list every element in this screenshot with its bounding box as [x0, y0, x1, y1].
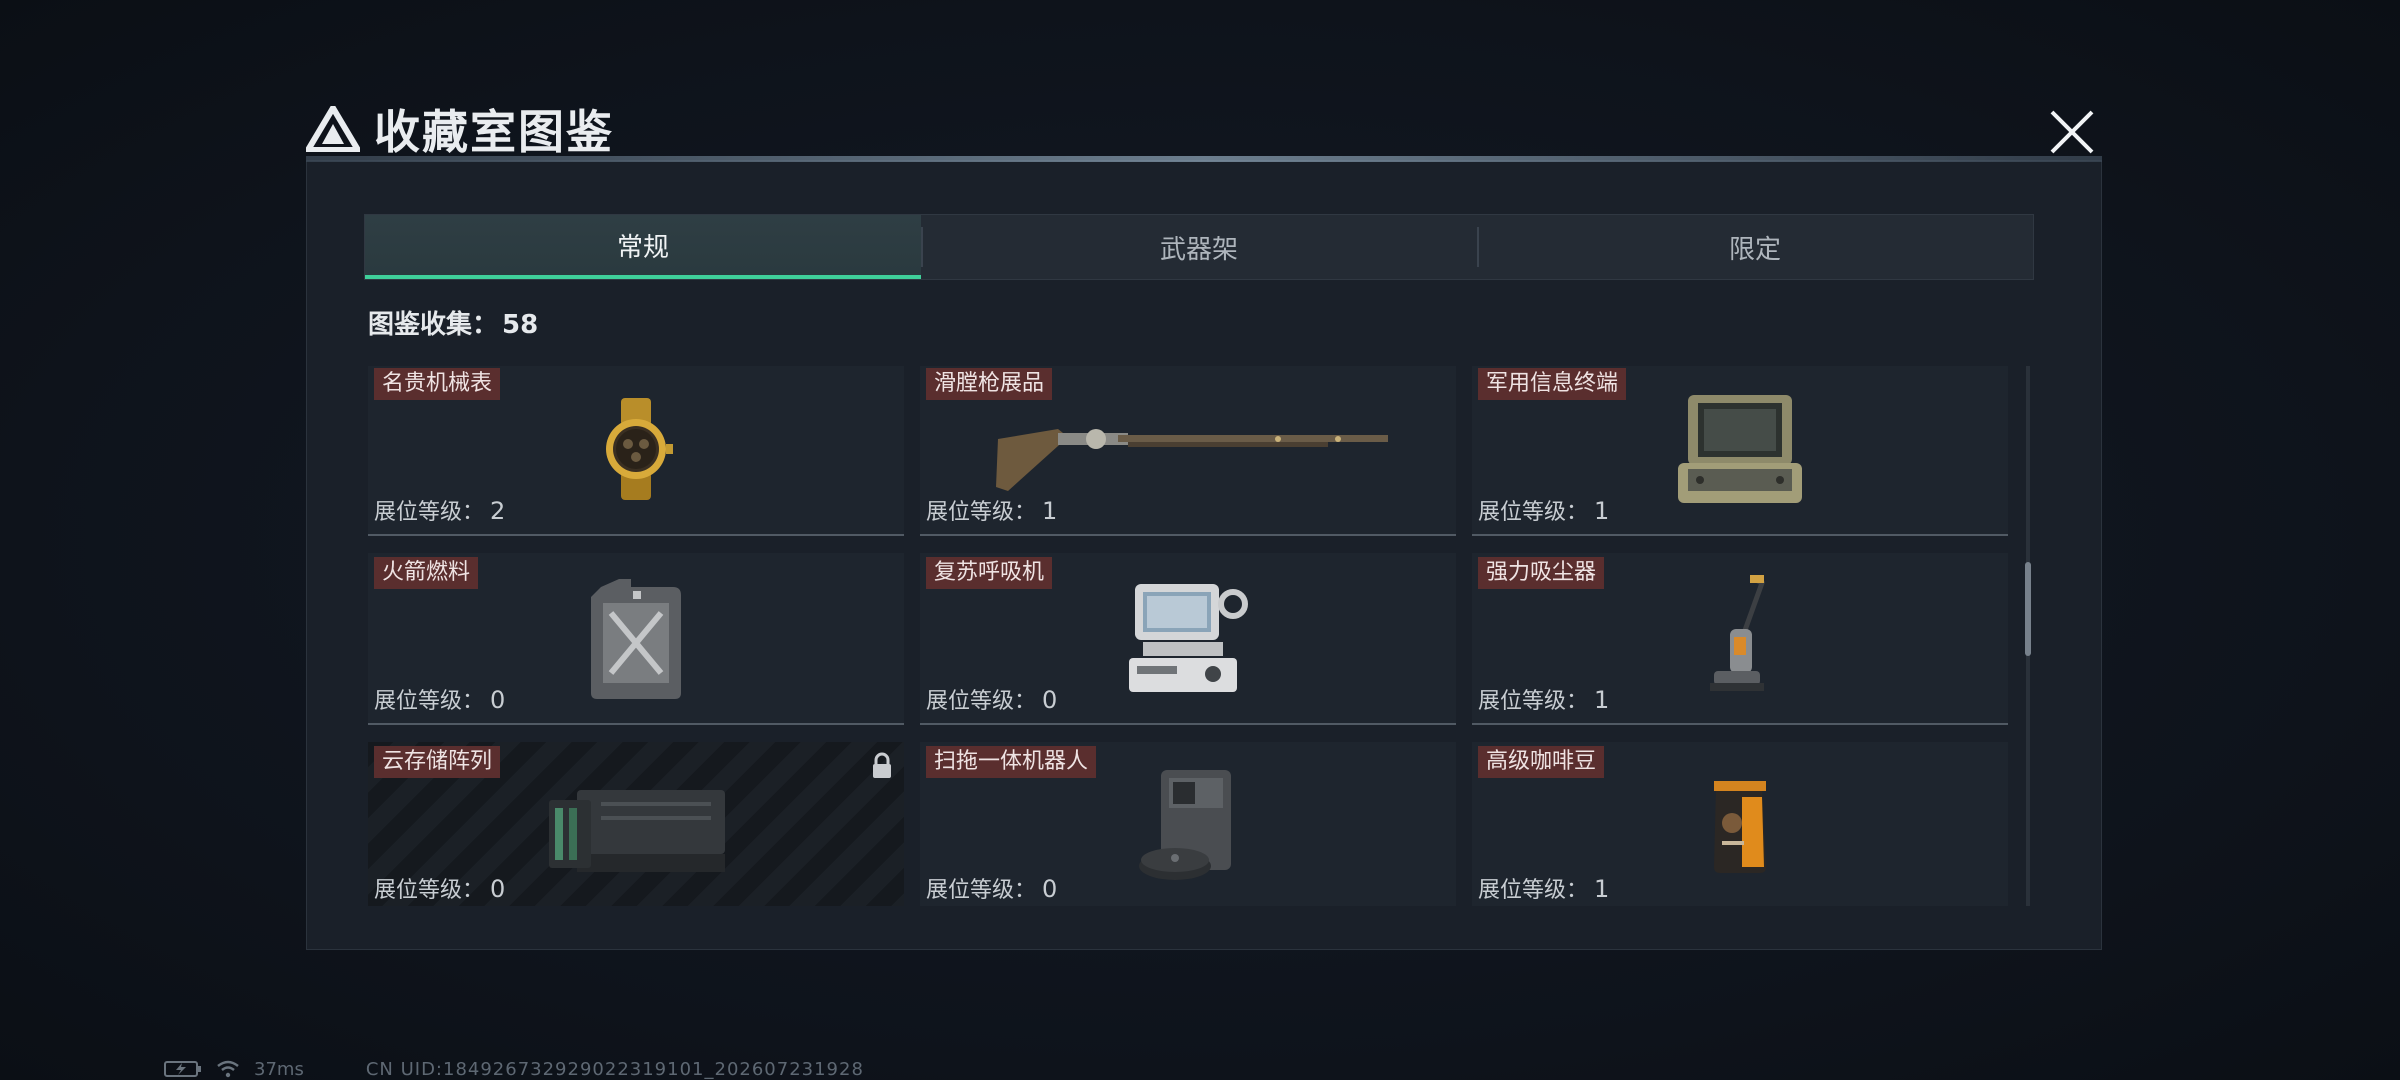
item-level: 展位等级： 2	[374, 494, 505, 526]
item-name: 火箭燃料	[374, 557, 479, 589]
item-level-value: 0	[1042, 875, 1058, 903]
item-name: 高级咖啡豆	[1478, 746, 1605, 778]
storage-array-icon	[549, 790, 725, 872]
ping-value: 37ms	[254, 1058, 304, 1080]
item-name: 军用信息终端	[1478, 368, 1627, 400]
item-level-label: 展位等级：	[1478, 689, 1589, 714]
item-level-label: 展位等级：	[374, 878, 485, 903]
lock-icon	[873, 752, 891, 778]
item-card[interactable]: 强力吸尘器 展位等级： 1	[1472, 553, 2008, 725]
coffee-bag-icon	[1714, 781, 1766, 873]
tab-regular[interactable]: 常规	[365, 215, 921, 279]
item-card[interactable]: 名贵机械表 展位等级： 2	[368, 366, 904, 536]
item-level: 展位等级： 0	[926, 872, 1057, 904]
item-level: 展位等级： 1	[1478, 494, 1609, 526]
status-bar: 37ms CN UID:1849267329290223191​01_20260…	[164, 1058, 864, 1080]
item-name: 名贵机械表	[374, 368, 501, 400]
item-name: 扫拖一体机器人	[926, 746, 1097, 778]
robot-vacuum-icon	[1139, 770, 1231, 880]
item-level-label: 展位等级：	[374, 500, 485, 525]
item-level-label: 展位等级：	[374, 689, 485, 714]
item-level-value: 1	[1594, 875, 1610, 903]
battery-icon	[164, 1061, 201, 1077]
scrollbar-thumb[interactable]	[2025, 562, 2031, 656]
wifi-icon	[217, 1060, 239, 1078]
item-card-locked[interactable]: 云存储阵列 展位等级： 0	[368, 742, 904, 906]
item-name: 复苏呼吸机	[926, 557, 1053, 589]
item-card[interactable]: 扫拖一体机器人 展位等级： 0	[920, 742, 1456, 906]
gold-watch-icon	[606, 398, 673, 500]
item-level-value: 1	[1594, 497, 1610, 525]
tab-bar: 常规 武器架 限定	[364, 214, 2034, 280]
vacuum-cleaner-icon	[1710, 575, 1766, 691]
item-level-value: 0	[490, 875, 506, 903]
item-level: 展位等级： 1	[926, 494, 1057, 526]
item-card[interactable]: 高级咖啡豆 展位等级： 1	[1472, 742, 2008, 906]
item-name: 云存储阵列	[374, 746, 501, 778]
tab-label: 武器架	[1159, 234, 1238, 265]
collection-count-value: 58	[502, 310, 539, 340]
item-grid: 名贵机械表 展位等级： 2 滑膛枪展品 展位等级： 1 军用信息终端 展位等级：…	[368, 366, 2018, 906]
item-level-label: 展位等级：	[1478, 500, 1589, 525]
item-grid-viewport[interactable]: 名贵机械表 展位等级： 2 滑膛枪展品 展位等级： 1 军用信息终端 展位等级：…	[368, 366, 2018, 906]
item-card[interactable]: 复苏呼吸机 展位等级： 0	[920, 553, 1456, 725]
triangle-logo-icon	[306, 106, 360, 152]
item-name: 滑膛枪展品	[926, 368, 1053, 400]
user-uid: CN UID:1849267329290223191​01_2026072319…	[365, 1058, 864, 1080]
item-name: 强力吸尘器	[1478, 557, 1605, 589]
collection-count-label: 图鉴收集：	[368, 310, 499, 340]
item-level-value: 1	[1042, 497, 1058, 525]
item-level: 展位等级： 0	[926, 683, 1057, 715]
item-level-value: 0	[490, 686, 506, 714]
close-icon	[2050, 110, 2094, 154]
item-level: 展位等级： 1	[1478, 683, 1609, 715]
item-card[interactable]: 火箭燃料 展位等级： 0	[368, 553, 904, 725]
item-level: 展位等级： 0	[374, 872, 505, 904]
item-level-value: 1	[1594, 686, 1610, 714]
item-card[interactable]: 军用信息终端 展位等级： 1	[1472, 366, 2008, 536]
collection-count: 图鉴收集： 58	[368, 304, 538, 341]
musket-icon	[996, 429, 1388, 491]
tab-label: 限定	[1728, 234, 1781, 265]
item-level-value: 2	[490, 497, 506, 525]
tab-label: 常规	[616, 232, 669, 263]
item-level-label: 展位等级：	[926, 689, 1037, 714]
item-level-label: 展位等级：	[926, 878, 1037, 903]
item-level: 展位等级： 1	[1478, 872, 1609, 904]
item-level-value: 0	[1042, 686, 1058, 714]
page-title: 收藏室图鉴	[374, 105, 614, 159]
panel-top-line	[306, 156, 2102, 162]
item-level-label: 展位等级：	[926, 500, 1037, 525]
fuel-canister-icon	[591, 579, 681, 699]
item-card[interactable]: 滑膛枪展品 展位等级： 1	[920, 366, 1456, 536]
dialog-title: 收藏室图鉴	[306, 96, 614, 162]
item-level: 展位等级： 0	[374, 683, 505, 715]
close-button[interactable]	[2044, 104, 2100, 160]
tab-weapon-rack[interactable]: 武器架	[921, 215, 1477, 279]
ventilator-icon	[1129, 584, 1248, 692]
item-level-label: 展位等级：	[1478, 878, 1589, 903]
tab-limited[interactable]: 限定	[1477, 215, 2033, 279]
rugged-terminal-icon	[1678, 395, 1802, 503]
